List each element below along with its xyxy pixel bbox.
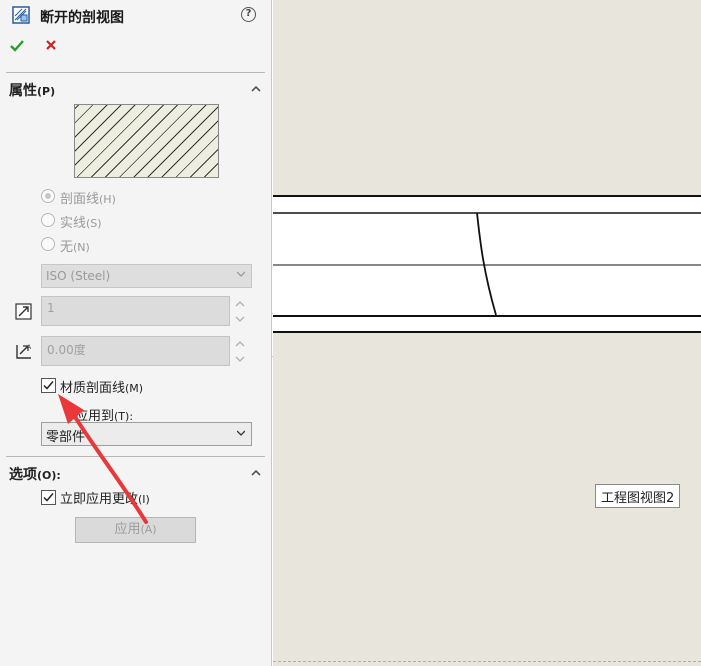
- x-icon: [46, 40, 56, 50]
- hatch-pattern-select[interactable]: ISO (Steel): [41, 264, 252, 288]
- radio-none[interactable]: [41, 237, 55, 251]
- checkmark-icon: [10, 40, 24, 52]
- radio-hatch-label: 剖面线(H): [60, 192, 116, 207]
- auto-update-label: 立即应用更改(I): [60, 492, 150, 507]
- radio-solid[interactable]: [41, 213, 55, 227]
- scale-spinner[interactable]: [232, 296, 248, 326]
- ok-button[interactable]: [10, 40, 24, 56]
- apply-button[interactable]: 应用(A): [75, 517, 196, 543]
- panel-title: 断开的剖视图: [40, 10, 124, 26]
- auto-update-checkbox[interactable]: [41, 490, 56, 505]
- hatch-scale-icon: [14, 301, 34, 321]
- radio-hatch[interactable]: [41, 189, 55, 203]
- material-hatch-checkbox[interactable]: [41, 378, 56, 393]
- radio-none-label: 无(N): [60, 240, 90, 255]
- chevron-down-icon: [237, 271, 245, 277]
- svg-text:A: A: [27, 344, 32, 351]
- drawing-canvas[interactable]: 工程图视图2: [273, 0, 701, 666]
- divider: [6, 72, 265, 73]
- hatch-angle-input[interactable]: 0.00度: [41, 336, 230, 366]
- angle-spinner[interactable]: [232, 336, 248, 366]
- hatch-angle-icon: A: [14, 341, 34, 361]
- properties-group-title[interactable]: 属性(P): [9, 80, 55, 100]
- material-hatch-label: 材质剖面线(M): [60, 381, 144, 396]
- property-manager-panel: 断开的剖视图 ? 属性(P) 剖面线(H) 实线(S) 无(N) ISO (St…: [0, 0, 272, 666]
- radio-solid-label: 实线(S): [60, 216, 102, 231]
- chevron-up-icon[interactable]: [251, 468, 261, 478]
- cancel-button[interactable]: [45, 39, 57, 55]
- options-group-title[interactable]: 选项(O):: [9, 464, 61, 484]
- hatch-scale-input[interactable]: 1: [41, 296, 230, 326]
- help-icon[interactable]: ?: [241, 7, 256, 22]
- chevron-up-icon[interactable]: [251, 84, 261, 94]
- broken-out-section-icon: [12, 6, 30, 24]
- drawing-view-geometry[interactable]: [273, 0, 701, 666]
- apply-to-select[interactable]: 零部件: [41, 422, 252, 446]
- drawing-view-label[interactable]: 工程图视图2: [595, 484, 681, 508]
- chevron-down-icon: [237, 430, 245, 436]
- divider: [6, 456, 265, 457]
- sheet-border: [273, 661, 701, 662]
- hatch-pattern-preview: [74, 104, 219, 178]
